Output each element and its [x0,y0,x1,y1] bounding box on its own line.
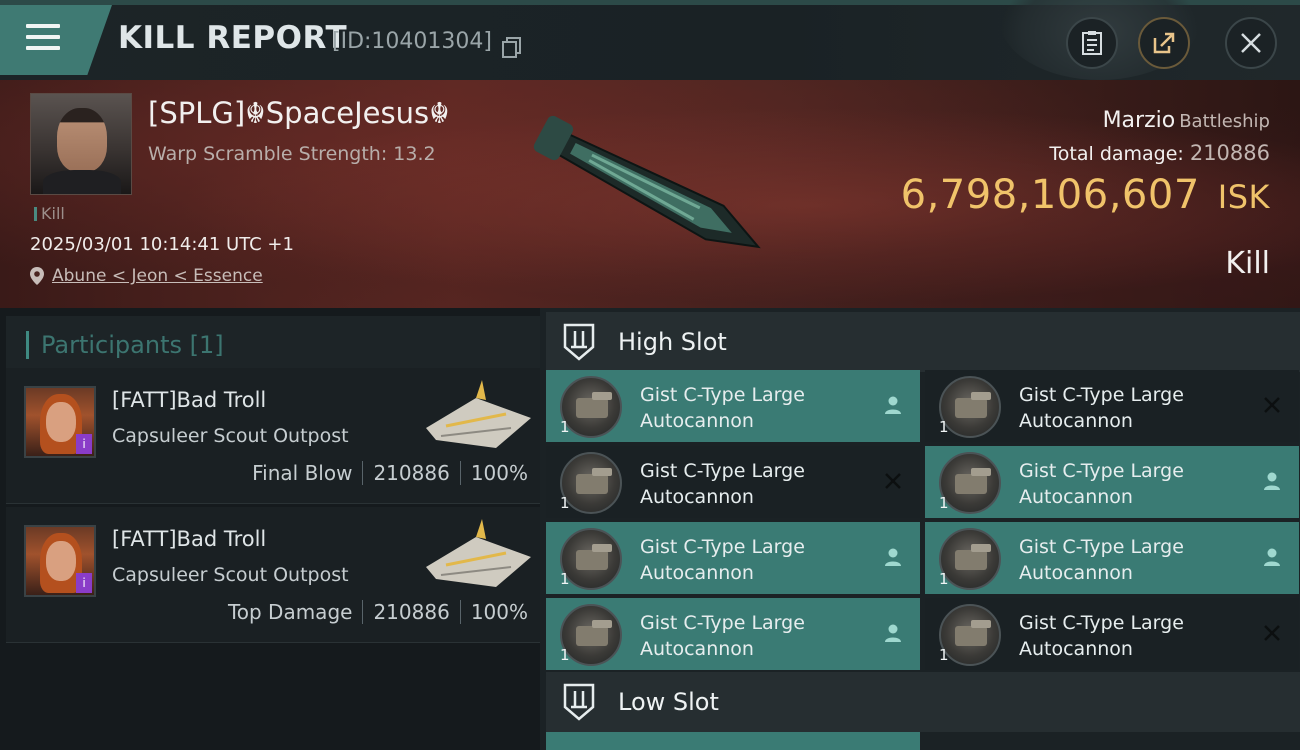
fitted-pilot-icon [1264,548,1280,566]
avatar-body [43,170,121,194]
low-slot-title: Low Slot [618,688,719,716]
module-tile[interactable]: 1 Gist C-Type Large Autocannon [925,522,1299,594]
participant-stats: Final Blow 210886 100% [252,461,528,485]
ship-name: Marzio [1102,108,1176,133]
participant-percent: 100% [470,600,528,624]
avatar-face [57,108,107,172]
participant-damage: 210886 [373,461,450,485]
ship-class: Battleship [1179,111,1270,132]
victim-ship-image [533,115,761,249]
module-quantity: 1 [939,646,949,664]
module-tile[interactable]: 1 Gist C-Type Large Autocannon [925,370,1299,442]
module-quantity: 1 [560,418,570,436]
fitted-pilot-icon [885,624,901,642]
participant-percent: 100% [470,461,528,485]
fitting-panel: High Slot 1 Gist C-Type Large Autocannon 1… [540,308,1300,750]
total-damage: Total damage: 210886 [1049,141,1270,165]
module-tile[interactable]: 1 Gist C-Type Large Autocannon [546,446,920,518]
page-title: KILL REPORT [118,20,348,56]
participant-corp: Capsuleer Scout Outpost [112,425,349,447]
destroyed-x-icon [885,473,901,489]
module-name: Gist C-Type Large Autocannon [1019,536,1184,584]
participant-role: Top Damage [227,600,353,624]
participant-ship-image [426,380,531,448]
participants-header[interactable]: Participants [1] [6,316,540,373]
participant-stats: Top Damage 210886 100% [228,600,528,624]
destroyed-x-icon [1264,397,1280,413]
report-id: [ID:10401304] [332,29,492,54]
high-slot-header: High Slot [546,312,1300,372]
kill-location: Abune < Jeon < Essence [30,266,263,286]
participant-damage: 210886 [373,600,450,624]
location-pin-icon [30,267,44,285]
module-name: Gist C-Type Large Autocannon [1019,612,1184,660]
share-icon [1153,32,1175,54]
participants-panel: Participants [1] i [FATT]Bad Troll Capsu… [0,308,540,750]
module-tile[interactable]: 1 Gist C-Type Large Autocannon [546,370,920,442]
module-quantity: 1 [560,646,570,664]
destroyed-x-icon [1264,625,1280,641]
module-name: Gist C-Type Large Autocannon [1019,460,1184,508]
total-damage-value: 210886 [1189,141,1270,165]
isk-amount: 6,798,106,607 [900,172,1200,218]
module-quantity: 1 [939,494,949,512]
module-quantity: 1 [560,494,570,512]
result-label: Kill [1225,246,1270,281]
kill-datetime: 2025/03/01 10:14:41 UTC +1 [30,234,294,255]
close-button[interactable] [1225,17,1277,69]
victim-ship[interactable]: Marzio Battleship [1103,108,1270,133]
module-name: Gist C-Type Large Autocannon [640,536,805,584]
high-slot-icon [563,323,595,361]
clipboard-button[interactable] [1066,17,1118,69]
isk-value: 6,798,106,607 ISK [901,172,1270,218]
fitted-pilot-icon [1264,472,1280,490]
hamburger-menu-icon[interactable] [26,24,62,54]
participant-corp: Capsuleer Scout Outpost [112,564,349,586]
clipboard-icon [1082,31,1102,55]
participant-row[interactable]: i [FATT]Bad Troll Capsuleer Scout Outpos… [6,507,540,643]
close-icon [1241,33,1261,53]
total-damage-label: Total damage: [1049,143,1184,165]
module-name: Gist C-Type Large Autocannon [640,612,805,660]
pilot-badge: i [76,573,92,593]
participant-name: [FATT]Bad Troll [112,527,267,551]
high-slot-title: High Slot [618,328,727,356]
fitted-pilot-icon [885,396,901,414]
victim-avatar[interactable] [30,93,132,195]
location-link[interactable]: Abune < Jeon < Essence [52,266,263,286]
module-quantity: 1 [560,570,570,588]
low-slot-icon [563,683,595,721]
copy-icon[interactable] [502,37,521,58]
fitted-pilot-icon [885,548,901,566]
module-tile[interactable]: 1 Gist C-Type Large Autocannon [546,598,920,670]
module-name: Gist C-Type Large Autocannon [1019,384,1184,432]
participant-avatar[interactable]: i [24,525,96,597]
participant-row[interactable]: i [FATT]Bad Troll Capsuleer Scout Outpos… [6,368,540,504]
participant-role: Final Blow [252,461,353,485]
module-tile[interactable]: 1 Gist C-Type Large Autocannon [546,522,920,594]
module-name: Gist C-Type Large Autocannon [640,460,805,508]
module-quantity: 1 [939,570,949,588]
kill-tag: Kill [34,204,65,223]
participant-name: [FATT]Bad Troll [112,388,267,412]
share-button[interactable] [1138,17,1190,69]
participants-title: Participants [1] [41,330,224,359]
module-tile[interactable]: 1 Gist C-Type Large Autocannon [925,598,1299,670]
isk-unit: ISK [1217,178,1270,216]
warp-scramble-strength: Warp Scramble Strength: 13.2 [148,143,436,165]
victim-name[interactable]: [SPLG]☬SpaceJesus☬ [148,96,450,130]
module-quantity: 1 [939,418,949,436]
participant-avatar[interactable]: i [24,386,96,458]
module-name: Gist C-Type Large Autocannon [640,384,805,432]
low-slot-module-partial[interactable] [546,732,920,750]
module-tile[interactable]: 1 Gist C-Type Large Autocannon [925,446,1299,518]
top-bar: KILL REPORT [ID:10401304] [0,0,1300,80]
pilot-badge: i [76,434,92,454]
low-slot-header: Low Slot [546,672,1300,732]
participant-ship-image [426,519,531,587]
